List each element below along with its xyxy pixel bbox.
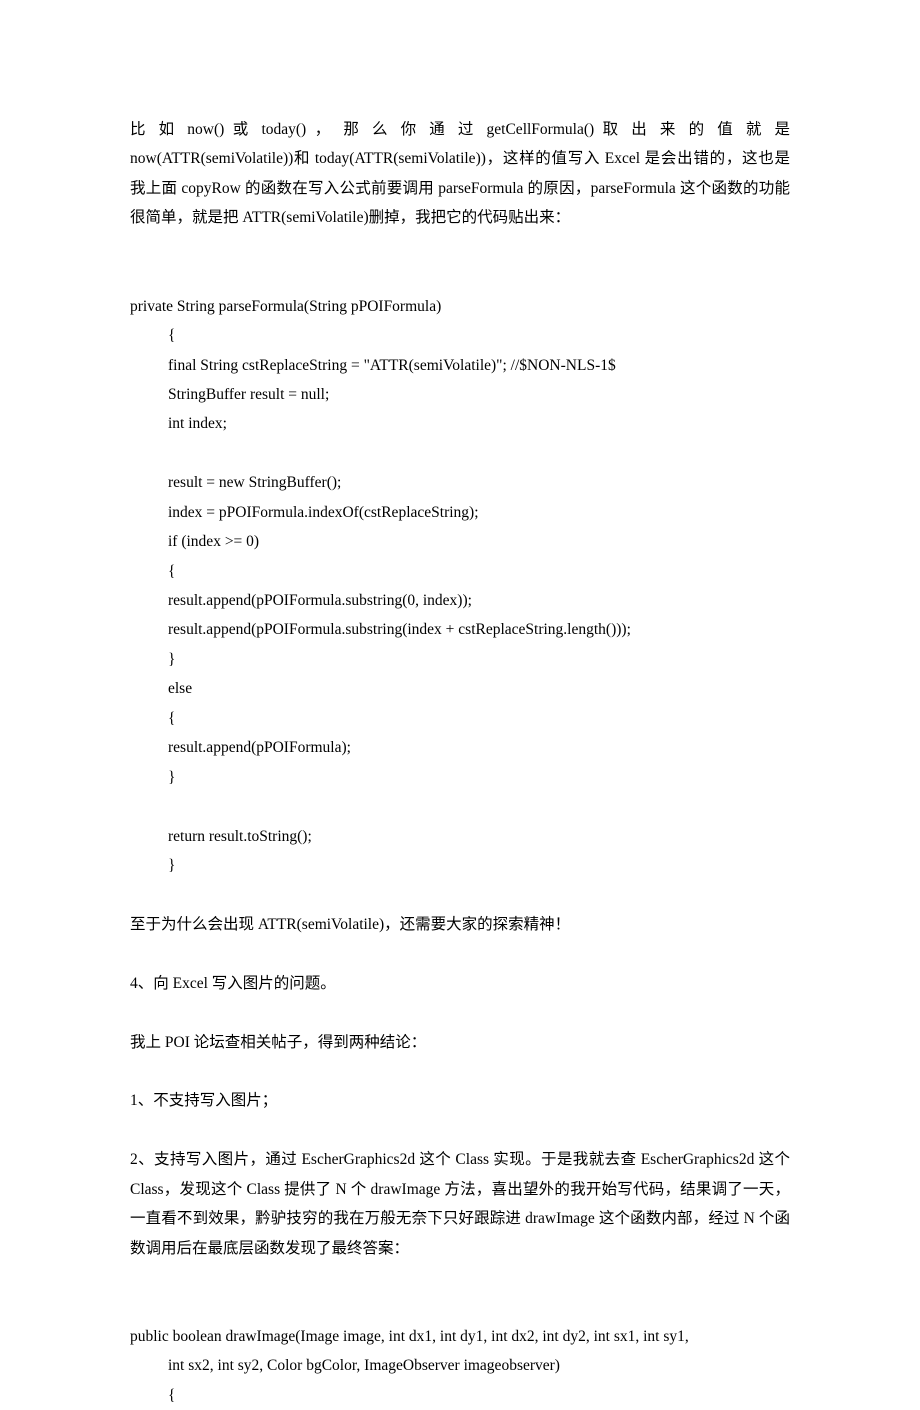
spacer <box>130 233 790 262</box>
attr-note: 至于为什么会出现 ATTR(semiVolatile)，还需要大家的探索精神！ <box>130 910 790 939</box>
spacer <box>130 1057 790 1086</box>
code2-body: int sx2, int sy2, Color bgColor, ImageOb… <box>130 1351 790 1410</box>
spacer <box>130 998 790 1027</box>
page-content: 比 如 now() 或 today() ， 那 么 你 通 过 getCellF… <box>0 0 920 1410</box>
spacer <box>130 262 790 291</box>
spacer <box>130 880 790 909</box>
spacer <box>130 939 790 968</box>
spacer <box>130 1263 790 1292</box>
spacer <box>130 1293 790 1322</box>
intro-paragraph-line1: 比 如 now() 或 today() ， 那 么 你 通 过 getCellF… <box>130 115 790 144</box>
code2-signature: public boolean drawImage(Image image, in… <box>130 1322 790 1351</box>
option-1: 1、不支持写入图片； <box>130 1086 790 1115</box>
spacer <box>130 1116 790 1145</box>
intro-paragraph-rest: now(ATTR(semiVolatile))和 today(ATTR(semi… <box>130 144 790 232</box>
forum-note: 我上 POI 论坛查相关帖子，得到两种结论： <box>130 1028 790 1057</box>
code1-signature: private String parseFormula(String pPOIF… <box>130 292 790 321</box>
code1-body: { final String cstReplaceString = "ATTR(… <box>130 321 790 880</box>
question-4: 4、向 Excel 写入图片的问题。 <box>130 969 790 998</box>
option-2: 2、支持写入图片，通过 EscherGraphics2d 这个 Class 实现… <box>130 1145 790 1263</box>
